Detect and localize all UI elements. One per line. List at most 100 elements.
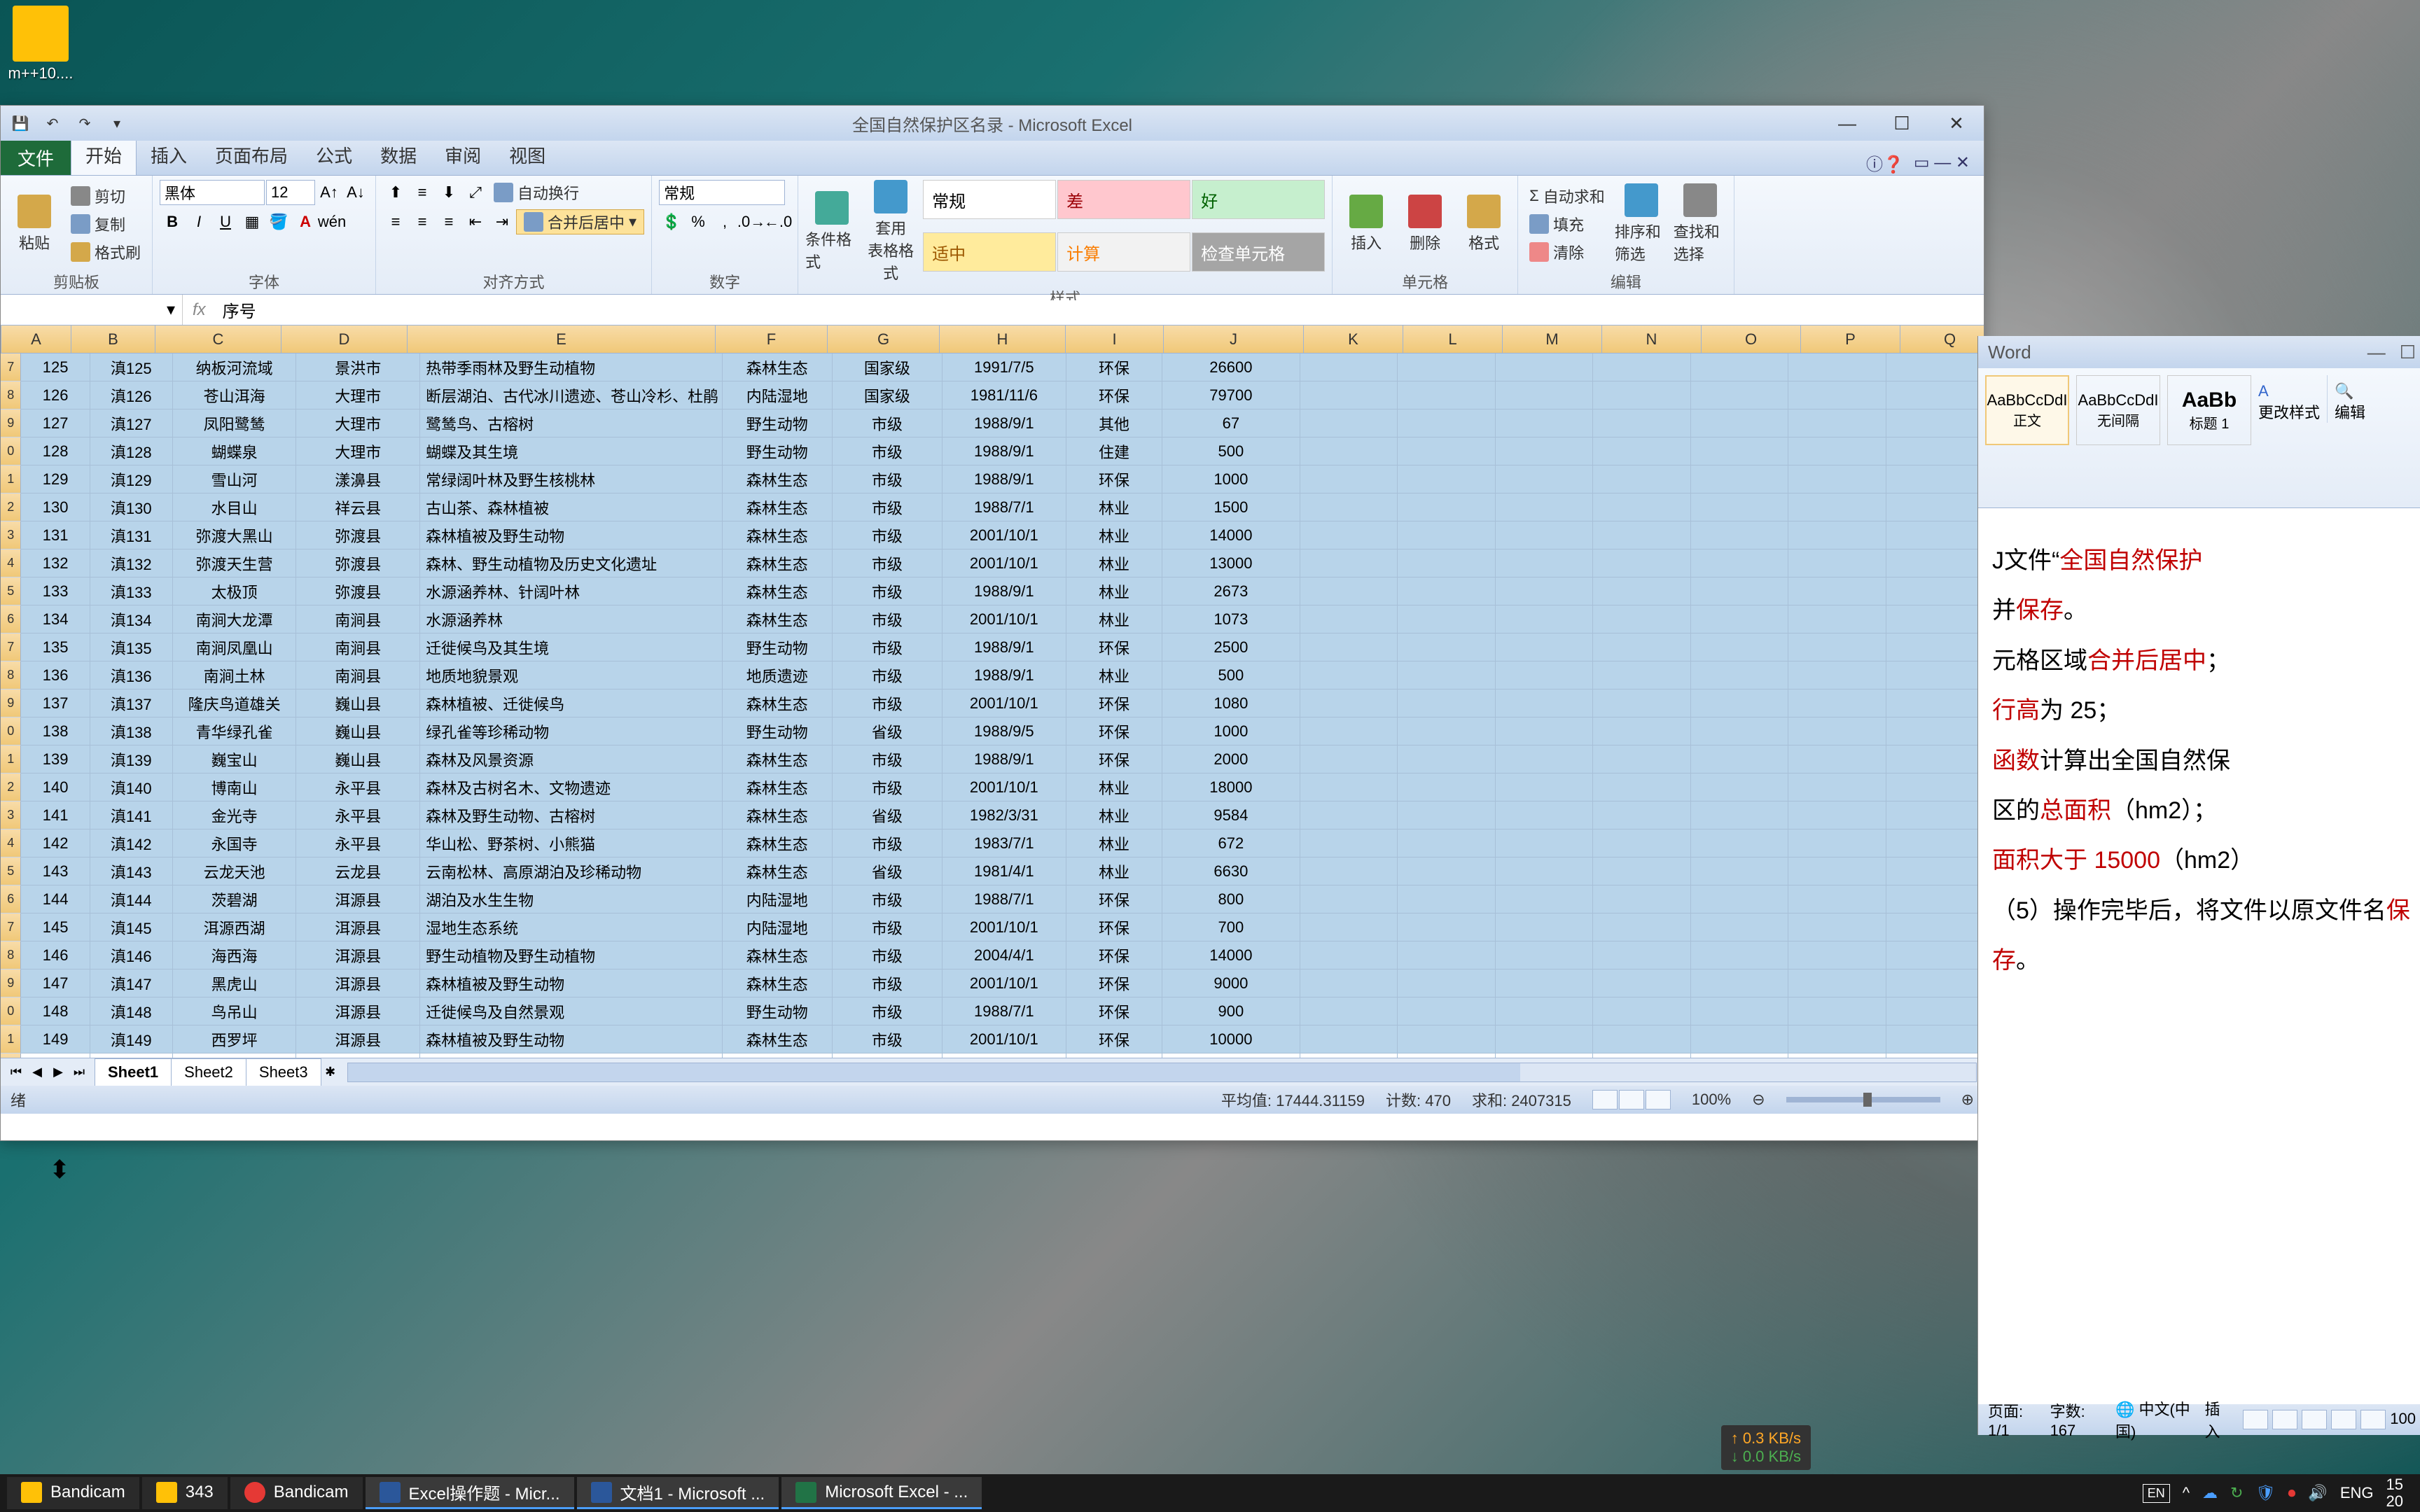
cell[interactable] <box>1300 969 1398 997</box>
table-row[interactable]: 2R150滇150剑湖湿地剑川县湿地生态系统及候鸟内陆湿地省级2001/2/1环… <box>1 1054 1984 1058</box>
col-header-F[interactable]: F <box>716 326 828 353</box>
tab-layout[interactable]: 页面布局 <box>201 135 302 175</box>
cell[interactable] <box>1691 774 1789 802</box>
cell[interactable] <box>1593 858 1691 886</box>
cell[interactable]: 绿孔雀等珍稀动物 <box>420 718 723 746</box>
cell[interactable]: 西罗坪 <box>173 1026 297 1054</box>
col-header-N[interactable]: N <box>1602 326 1702 353</box>
cell[interactable] <box>1788 886 1886 913</box>
cell[interactable] <box>1300 438 1398 465</box>
cell[interactable]: 弥渡天生营 <box>173 550 297 578</box>
view-normal-button[interactable] <box>1592 1090 1618 1110</box>
cell[interactable] <box>1300 718 1398 746</box>
cell[interactable] <box>1788 522 1886 550</box>
paste-button[interactable]: 粘贴 <box>8 180 61 267</box>
cell[interactable]: 林业 <box>1066 830 1163 858</box>
cell[interactable] <box>1398 606 1496 634</box>
cell[interactable]: 1988/9/5 <box>943 718 1066 746</box>
cell[interactable] <box>1593 662 1691 690</box>
cell[interactable]: 滇132 <box>90 550 173 578</box>
cell[interactable] <box>1496 969 1594 997</box>
grow-font-button[interactable]: A↑ <box>317 180 342 205</box>
cell[interactable] <box>1496 550 1594 578</box>
cell[interactable] <box>1691 382 1789 410</box>
cell[interactable] <box>1300 634 1398 662</box>
align-left-button[interactable]: ≡ <box>383 209 408 234</box>
cell[interactable] <box>1593 606 1691 634</box>
cell[interactable] <box>1788 634 1886 662</box>
cell[interactable] <box>1496 690 1594 718</box>
cell[interactable]: 茨碧湖 <box>173 886 297 913</box>
cell[interactable]: 135 <box>21 634 90 662</box>
cell[interactable]: 滇126 <box>90 382 173 410</box>
spreadsheet-grid[interactable]: ABCDEFGHIJKLMNOPQ 7125滇125纳板河流域景洪市热带季雨林及… <box>1 326 1984 1058</box>
table-row[interactable]: 0148滇148鸟吊山洱源县迁徙候鸟及自然景观野生动物市级1988/7/1环保9… <box>1 997 1984 1026</box>
cell[interactable] <box>1593 886 1691 913</box>
table-row[interactable]: 9127滇127凤阳鹭鸶大理市鹭鸶鸟、古榕树野生动物市级1988/9/1其他67 <box>1 410 1984 438</box>
cell[interactable] <box>1788 746 1886 774</box>
cell[interactable]: 地质地貌景观 <box>420 662 723 690</box>
tab-review[interactable]: 审阅 <box>431 135 495 175</box>
sheet-tab-sheet3[interactable]: Sheet3 <box>246 1058 321 1086</box>
word-view-web[interactable] <box>2302 1410 2327 1429</box>
col-header-L[interactable]: L <box>1403 326 1503 353</box>
col-header-J[interactable]: J <box>1164 326 1304 353</box>
cell[interactable]: 145 <box>21 913 90 941</box>
tray-lang[interactable]: ENG <box>2340 1484 2374 1502</box>
cell[interactable]: 2001/10/1 <box>943 690 1066 718</box>
table-row[interactable]: 4142滇142永国寺永平县华山松、野茶树、小熊猫森林生态市级1983/7/1林… <box>1 830 1984 858</box>
cell[interactable]: 水源涵养林 <box>420 606 723 634</box>
align-middle-button[interactable]: ≡ <box>410 180 435 205</box>
cell[interactable]: 137 <box>21 690 90 718</box>
cell[interactable]: 1991/7/5 <box>943 354 1066 382</box>
cell[interactable] <box>1788 913 1886 941</box>
cell[interactable]: 森林生态 <box>723 606 833 634</box>
cell[interactable] <box>1593 1054 1691 1058</box>
col-header-H[interactable]: H <box>940 326 1066 353</box>
cell[interactable]: 环保 <box>1066 997 1163 1026</box>
cell[interactable]: 1988/9/1 <box>943 662 1066 690</box>
save-button[interactable]: 💾 <box>8 111 33 136</box>
cell[interactable] <box>1788 578 1886 606</box>
cell[interactable]: 森林生态 <box>723 774 833 802</box>
cell[interactable]: 4630 <box>1162 1054 1300 1058</box>
cell[interactable] <box>1691 969 1789 997</box>
table-row[interactable]: 5143滇143云龙天池云龙县云南松林、高原湖泊及珍稀动物森林生态省级1981/… <box>1 858 1984 886</box>
cell[interactable] <box>1593 382 1691 410</box>
cell[interactable]: 森林生态 <box>723 1026 833 1054</box>
cell[interactable] <box>1398 382 1496 410</box>
cell[interactable] <box>1496 493 1594 522</box>
cell[interactable] <box>1496 438 1594 465</box>
delete-cells-button[interactable]: 删除 <box>1398 180 1452 267</box>
cell[interactable] <box>1788 858 1886 886</box>
cut-button[interactable]: 剪切 <box>67 183 145 209</box>
cell[interactable]: 森林植被及野生动物 <box>420 522 723 550</box>
border-button[interactable]: ▦ <box>239 209 265 234</box>
cell[interactable] <box>1398 493 1496 522</box>
cell[interactable] <box>1691 465 1789 493</box>
cell[interactable] <box>1691 550 1789 578</box>
cell[interactable]: 永国寺 <box>173 830 297 858</box>
horizontal-scrollbar[interactable] <box>347 1063 1977 1082</box>
cell[interactable]: 云龙天池 <box>173 858 297 886</box>
cell[interactable] <box>1886 493 1984 522</box>
table-row[interactable]: 7135滇135南涧凤凰山南涧县迁徙候鸟及其生境野生动物市级1988/9/1环保… <box>1 634 1984 662</box>
cell[interactable]: 市级 <box>833 550 943 578</box>
cell[interactable]: 永平县 <box>296 774 420 802</box>
cell[interactable]: 2004/4/1 <box>943 941 1066 969</box>
cell[interactable]: 18000 <box>1162 774 1300 802</box>
cell[interactable] <box>1691 858 1789 886</box>
cell[interactable]: 森林生态 <box>723 493 833 522</box>
cell[interactable]: 滇125 <box>90 354 173 382</box>
tray-up-icon[interactable]: ^ <box>2183 1484 2190 1502</box>
cell[interactable]: 林业 <box>1066 858 1163 886</box>
cell[interactable]: 滇148 <box>90 997 173 1026</box>
cell[interactable]: 2001/10/1 <box>943 550 1066 578</box>
cell[interactable] <box>1398 830 1496 858</box>
cell[interactable] <box>1593 493 1691 522</box>
cell[interactable]: 森林生态 <box>723 690 833 718</box>
cell[interactable]: 132 <box>21 550 90 578</box>
cell[interactable]: 128 <box>21 438 90 465</box>
cell[interactable]: 森林及风景资源 <box>420 746 723 774</box>
cell[interactable]: 省级 <box>833 718 943 746</box>
